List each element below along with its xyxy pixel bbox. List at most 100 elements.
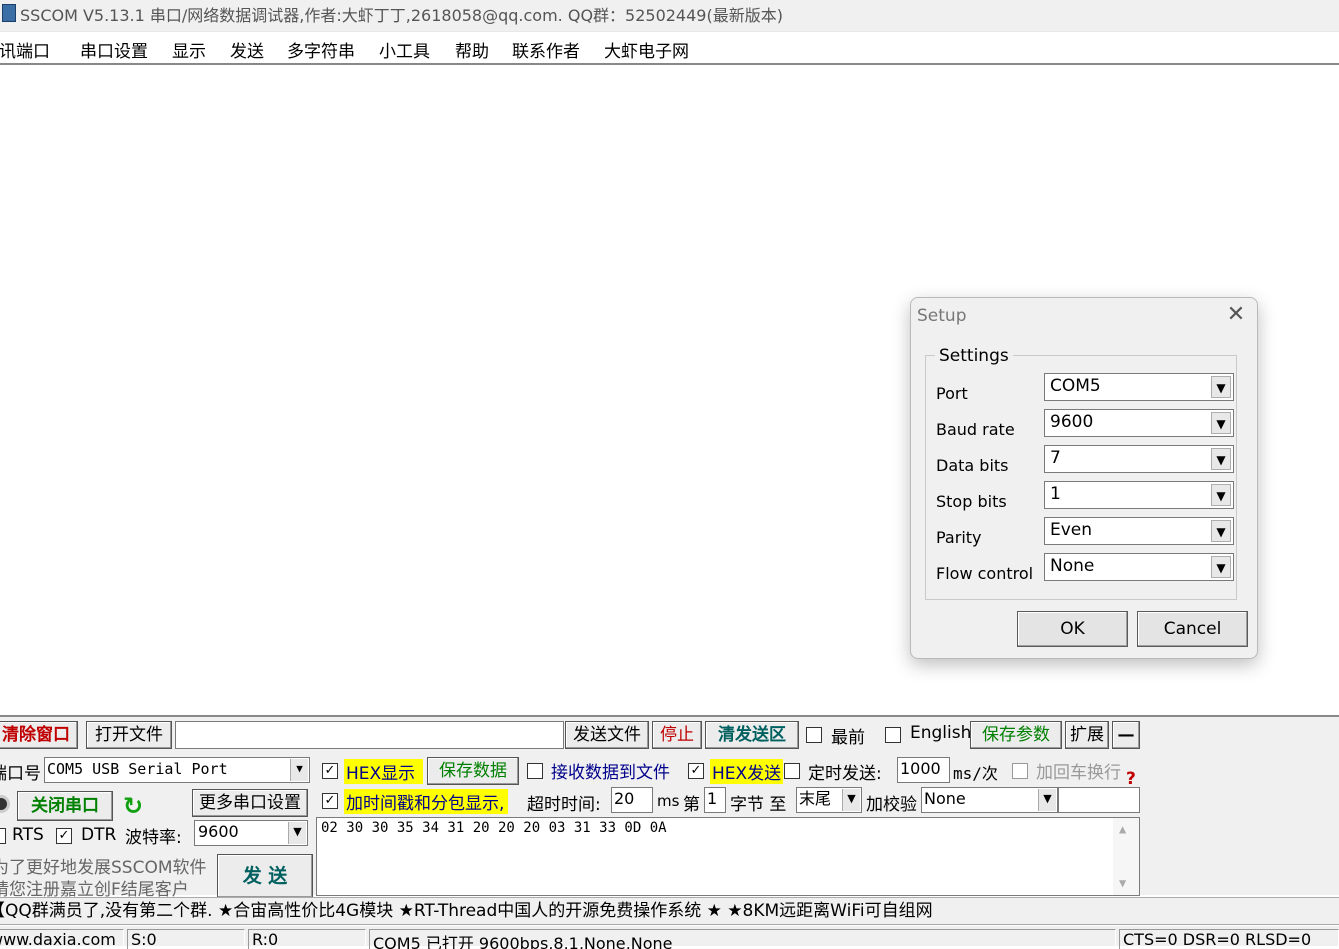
data-bits-label: Data bits: [936, 456, 1009, 475]
add-crlf-label: 加回车换行: [1036, 763, 1121, 783]
timeout-label: 超时时间:: [527, 795, 601, 815]
rts-checkbox[interactable]: [0, 828, 6, 844]
send-file-button[interactable]: 发送文件: [565, 721, 649, 749]
parity-label: Parity: [936, 528, 982, 547]
end-select[interactable]: 末尾 ▼: [796, 787, 862, 813]
chevron-down-icon: ▼: [290, 759, 308, 781]
menu-bar: 通讯端口 串口设置 显示 发送 多字符串 小工具 帮助 联系作者 大虾电子网: [0, 33, 1339, 65]
cancel-button[interactable]: Cancel: [1137, 611, 1248, 647]
menu-tools[interactable]: 小工具: [379, 37, 430, 62]
collapse-button[interactable]: —: [1112, 721, 1140, 749]
baud-rate-value: 9600: [1050, 412, 1094, 432]
checksum-value: None: [924, 789, 966, 808]
nth-input[interactable]: 1: [704, 787, 726, 813]
dialog-title: Setup: [917, 306, 967, 326]
add-crlf-checkbox[interactable]: [1012, 763, 1028, 779]
byte-label: 字节 至: [730, 795, 787, 815]
clear-send-button[interactable]: 清发送区: [705, 721, 799, 749]
port-select-value: COM5 USB Serial Port: [47, 760, 228, 778]
interval-input[interactable]: 1000: [897, 757, 950, 783]
news-ticker: 【QQ群满员了,没有第二个群. ★合宙高性价比4G模块 ★RT-Thread中国…: [0, 897, 1339, 925]
nth-label: 第: [683, 795, 700, 815]
port-number-label: 端口号: [0, 764, 41, 784]
baud-rate-select[interactable]: 9600 ▼: [1044, 409, 1234, 437]
status-lines: CTS=0 DSR=0 RLSD=0: [1119, 929, 1339, 949]
scroll-up-icon[interactable]: ▲: [1119, 822, 1126, 836]
dtr-label: DTR: [81, 825, 117, 845]
chevron-down-icon: ▼: [1211, 556, 1231, 578]
expand-button[interactable]: 扩展: [1065, 721, 1109, 749]
stop-bits-value: 1: [1050, 484, 1061, 504]
scroll-down-icon[interactable]: ▼: [1119, 876, 1126, 890]
window-title: SSCOM V5.13.1 串口/网络数据调试器,作者:大虾丁丁,2618058…: [20, 6, 783, 25]
baud-rate-label: 波特率:: [125, 828, 182, 848]
topmost-label: 最前: [831, 728, 865, 748]
stop-button[interactable]: 停止: [652, 721, 702, 749]
checksum-select[interactable]: None ▼: [921, 787, 1058, 813]
send-button[interactable]: 发 送: [217, 854, 313, 898]
port-select[interactable]: COM5 ▼: [1044, 373, 1234, 401]
dtr-checkbox[interactable]: ✓: [56, 828, 72, 844]
timestamp-label: 加时间戳和分包显示,: [344, 789, 509, 814]
control-panel: 清除窗口 打开文件 发送文件 停止 清发送区 最前 English 保存参数 扩…: [0, 715, 1339, 900]
refresh-icon[interactable]: ↻: [120, 793, 146, 819]
status-bar: www.daxia.com S:0 R:0 COM5 已打开 9600bps,8…: [0, 926, 1339, 949]
baud-rate-label: Baud rate: [936, 420, 1015, 439]
menu-comm-port[interactable]: 通讯端口: [0, 37, 50, 62]
more-port-settings-button[interactable]: 更多串口设置: [192, 789, 308, 817]
settings-group-label: Settings: [935, 346, 1013, 366]
topmost-checkbox[interactable]: [806, 727, 822, 743]
chevron-down-icon: ▼: [1211, 412, 1231, 434]
timed-send-label: 定时发送:: [808, 764, 882, 784]
open-file-button[interactable]: 打开文件: [86, 721, 172, 749]
menu-contact-author[interactable]: 联系作者: [512, 37, 580, 62]
status-sent-count: S:0: [127, 929, 245, 949]
title-bar: SSCOM V5.13.1 串口/网络数据调试器,作者:大虾丁丁,2618058…: [0, 0, 1339, 32]
menu-display[interactable]: 显示: [172, 37, 206, 62]
menu-multi-string[interactable]: 多字符串: [287, 37, 355, 62]
timed-send-checkbox[interactable]: [784, 763, 800, 779]
ticker-text[interactable]: 【QQ群满员了,没有第二个群. ★合宙高性价比4G模块 ★RT-Thread中国…: [0, 901, 933, 921]
hex-send-checkbox[interactable]: ✓: [688, 763, 704, 779]
english-checkbox[interactable]: [885, 727, 901, 743]
ok-button[interactable]: OK: [1017, 611, 1128, 647]
setup-dialog: Setup ✕ Settings Port COM5 ▼ Baud rate 96…: [910, 297, 1258, 659]
menu-daxia-site[interactable]: 大虾电子网: [604, 37, 689, 62]
flow-control-select[interactable]: None ▼: [1044, 553, 1234, 581]
chevron-down-icon: ▼: [1211, 376, 1231, 398]
file-path-input[interactable]: [175, 721, 564, 749]
send-textarea[interactable]: 02 30 30 35 34 31 20 20 20 03 31 33 0D 0…: [316, 817, 1140, 896]
save-params-button[interactable]: 保存参数: [970, 721, 1062, 749]
data-bits-select[interactable]: 7 ▼: [1044, 445, 1234, 473]
timestamp-checkbox[interactable]: ✓: [322, 793, 338, 809]
menu-serial-settings[interactable]: 串口设置: [80, 37, 148, 62]
port-status-icon: [0, 795, 10, 813]
menu-send[interactable]: 发送: [230, 37, 264, 62]
stop-bits-select[interactable]: 1 ▼: [1044, 481, 1234, 509]
port-value: COM5: [1050, 376, 1101, 396]
flow-control-value: None: [1050, 556, 1095, 576]
scrollbar[interactable]: ▲ ▼: [1113, 818, 1139, 895]
help-icon[interactable]: ?: [1126, 769, 1136, 789]
recv-to-file-checkbox[interactable]: [527, 763, 543, 779]
port-select[interactable]: COM5 USB Serial Port ▼: [44, 757, 310, 783]
status-site[interactable]: www.daxia.com: [0, 929, 124, 949]
close-icon[interactable]: ✕: [1223, 302, 1249, 328]
hex-send-label: HEX发送: [710, 759, 784, 784]
baud-rate-value: 9600: [198, 822, 239, 841]
hex-display-checkbox[interactable]: ✓: [322, 763, 338, 779]
flow-control-label: Flow control: [936, 564, 1034, 583]
app-icon: [2, 4, 16, 22]
clear-window-button[interactable]: 清除窗口: [0, 721, 78, 749]
close-port-button[interactable]: 关闭串口: [17, 791, 113, 821]
stop-bits-label: Stop bits: [936, 492, 1007, 511]
timeout-input[interactable]: 20: [611, 787, 653, 813]
data-bits-value: 7: [1050, 448, 1061, 468]
chevron-down-icon: ▼: [1211, 484, 1231, 506]
menu-help[interactable]: 帮助: [455, 37, 489, 62]
checksum-label: 加校验: [866, 795, 917, 815]
save-data-button[interactable]: 保存数据: [427, 757, 519, 785]
parity-select[interactable]: Even ▼: [1044, 517, 1234, 545]
english-label: English: [910, 723, 972, 743]
baud-rate-select[interactable]: 9600 ▼: [194, 820, 308, 846]
